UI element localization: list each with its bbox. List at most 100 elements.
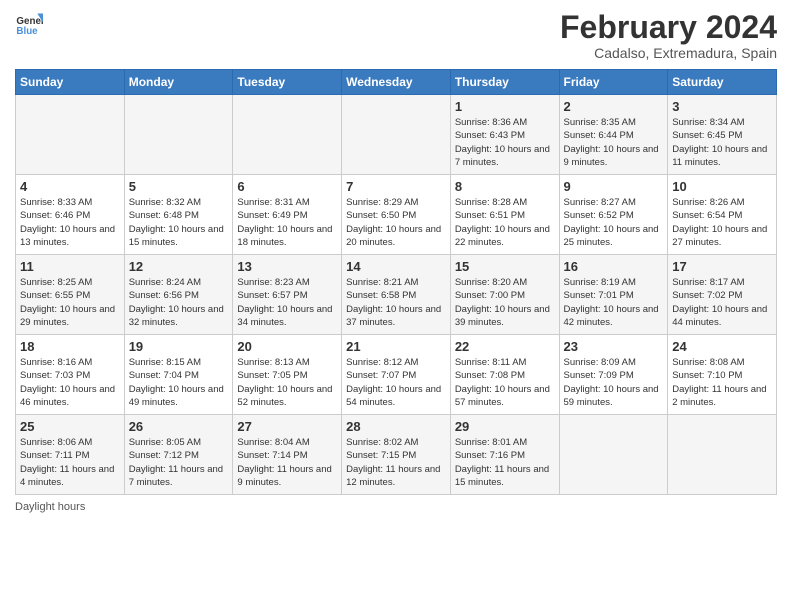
calendar-cell: 21 Sunrise: 8:12 AM Sunset: 7:07 PM Dayli… (342, 335, 451, 415)
calendar-week-row: 25 Sunrise: 8:06 AM Sunset: 7:11 PM Dayli… (16, 415, 777, 495)
col-header-wednesday: Wednesday (342, 70, 451, 95)
day-info: Sunrise: 8:32 AM Sunset: 6:48 PM Dayligh… (129, 196, 229, 249)
page-header: General Blue February 2024 Cadalso, Extr… (15, 10, 777, 61)
day-number: 19 (129, 339, 229, 354)
location-subtitle: Cadalso, Extremadura, Spain (560, 45, 777, 61)
calendar-week-row: 11 Sunrise: 8:25 AM Sunset: 6:55 PM Dayli… (16, 255, 777, 335)
calendar-cell: 24Sunrise: 8:08 AM Sunset: 7:10 PM Dayli… (668, 335, 777, 415)
calendar-cell: 17 Sunrise: 8:17 AM Sunset: 7:02 PM Dayli… (668, 255, 777, 335)
day-number: 15 (455, 259, 555, 274)
calendar-cell: 6 Sunrise: 8:31 AM Sunset: 6:49 PM Daylig… (233, 175, 342, 255)
day-number: 14 (346, 259, 446, 274)
calendar-header-row: SundayMondayTuesdayWednesdayThursdayFrid… (16, 70, 777, 95)
calendar-cell: 3 Sunrise: 8:34 AM Sunset: 6:45 PM Daylig… (668, 95, 777, 175)
day-info: Sunrise: 8:19 AM Sunset: 7:01 PM Dayligh… (564, 276, 664, 329)
calendar-cell: 2 Sunrise: 8:35 AM Sunset: 6:44 PM Daylig… (559, 95, 668, 175)
calendar-cell: 4 Sunrise: 8:33 AM Sunset: 6:46 PM Daylig… (16, 175, 125, 255)
calendar-week-row: 18 Sunrise: 8:16 AM Sunset: 7:03 PM Dayli… (16, 335, 777, 415)
day-number: 29 (455, 419, 555, 434)
calendar-cell (124, 95, 233, 175)
day-info: Sunrise: 8:27 AM Sunset: 6:52 PM Dayligh… (564, 196, 664, 249)
day-number: 18 (20, 339, 120, 354)
day-info: Sunrise: 8:23 AM Sunset: 6:57 PM Dayligh… (237, 276, 337, 329)
day-number: 1 (455, 99, 555, 114)
footer: Daylight hours (15, 501, 777, 513)
page-container: General Blue February 2024 Cadalso, Extr… (0, 0, 792, 523)
day-info: Sunrise: 8:06 AM Sunset: 7:11 PM Dayligh… (20, 436, 120, 489)
day-number: 17 (672, 259, 772, 274)
day-info: Sunrise: 8:36 AM Sunset: 6:43 PM Dayligh… (455, 116, 555, 169)
calendar-cell: 11 Sunrise: 8:25 AM Sunset: 6:55 PM Dayli… (16, 255, 125, 335)
day-number: 25 (20, 419, 120, 434)
calendar-cell: 14 Sunrise: 8:21 AM Sunset: 6:58 PM Dayli… (342, 255, 451, 335)
calendar-cell: 29 Sunrise: 8:01 AM Sunset: 7:16 PM Dayli… (450, 415, 559, 495)
svg-text:Blue: Blue (16, 26, 38, 37)
calendar-cell (668, 415, 777, 495)
col-header-thursday: Thursday (450, 70, 559, 95)
calendar-week-row: 1 Sunrise: 8:36 AM Sunset: 6:43 PM Daylig… (16, 95, 777, 175)
day-info: Sunrise: 8:01 AM Sunset: 7:16 PM Dayligh… (455, 436, 555, 489)
daylight-label: Daylight hours (15, 501, 85, 513)
day-number: 20 (237, 339, 337, 354)
calendar-cell: 27 Sunrise: 8:04 AM Sunset: 7:14 PM Dayli… (233, 415, 342, 495)
col-header-friday: Friday (559, 70, 668, 95)
calendar-cell: 10 Sunrise: 8:26 AM Sunset: 6:54 PM Dayli… (668, 175, 777, 255)
day-number: 7 (346, 179, 446, 194)
title-block: February 2024 Cadalso, Extremadura, Spai… (560, 10, 777, 61)
day-info: Sunrise: 8:16 AM Sunset: 7:03 PM Dayligh… (20, 356, 120, 409)
day-number: 28 (346, 419, 446, 434)
logo-icon: General Blue (15, 10, 43, 38)
calendar-cell: 5 Sunrise: 8:32 AM Sunset: 6:48 PM Daylig… (124, 175, 233, 255)
calendar-cell: 12Sunrise: 8:24 AM Sunset: 6:56 PM Dayli… (124, 255, 233, 335)
day-info: Sunrise: 8:29 AM Sunset: 6:50 PM Dayligh… (346, 196, 446, 249)
day-info: Sunrise: 8:31 AM Sunset: 6:49 PM Dayligh… (237, 196, 337, 249)
col-header-tuesday: Tuesday (233, 70, 342, 95)
calendar-cell: 18 Sunrise: 8:16 AM Sunset: 7:03 PM Dayli… (16, 335, 125, 415)
month-title: February 2024 (560, 10, 777, 45)
col-header-monday: Monday (124, 70, 233, 95)
day-info: Sunrise: 8:05 AM Sunset: 7:12 PM Dayligh… (129, 436, 229, 489)
logo: General Blue (15, 10, 43, 38)
day-number: 5 (129, 179, 229, 194)
day-number: 10 (672, 179, 772, 194)
day-number: 13 (237, 259, 337, 274)
day-number: 11 (20, 259, 120, 274)
day-info: Sunrise: 8:25 AM Sunset: 6:55 PM Dayligh… (20, 276, 120, 329)
day-number: 21 (346, 339, 446, 354)
calendar-cell (342, 95, 451, 175)
day-info: Sunrise: 8:26 AM Sunset: 6:54 PM Dayligh… (672, 196, 772, 249)
calendar-table: SundayMondayTuesdayWednesdayThursdayFrid… (15, 69, 777, 495)
day-info: Sunrise: 8:12 AM Sunset: 7:07 PM Dayligh… (346, 356, 446, 409)
day-number: 22 (455, 339, 555, 354)
day-number: 3 (672, 99, 772, 114)
calendar-week-row: 4 Sunrise: 8:33 AM Sunset: 6:46 PM Daylig… (16, 175, 777, 255)
day-number: 9 (564, 179, 664, 194)
calendar-cell: 28Sunrise: 8:02 AM Sunset: 7:15 PM Dayli… (342, 415, 451, 495)
calendar-cell: 15 Sunrise: 8:20 AM Sunset: 7:00 PM Dayli… (450, 255, 559, 335)
day-number: 26 (129, 419, 229, 434)
calendar-cell (16, 95, 125, 175)
calendar-cell: 22Sunrise: 8:11 AM Sunset: 7:08 PM Dayli… (450, 335, 559, 415)
day-number: 4 (20, 179, 120, 194)
day-info: Sunrise: 8:04 AM Sunset: 7:14 PM Dayligh… (237, 436, 337, 489)
calendar-cell: 19Sunrise: 8:15 AM Sunset: 7:04 PM Dayli… (124, 335, 233, 415)
day-info: Sunrise: 8:28 AM Sunset: 6:51 PM Dayligh… (455, 196, 555, 249)
day-number: 27 (237, 419, 337, 434)
calendar-cell: 20Sunrise: 8:13 AM Sunset: 7:05 PM Dayli… (233, 335, 342, 415)
day-info: Sunrise: 8:17 AM Sunset: 7:02 PM Dayligh… (672, 276, 772, 329)
day-number: 23 (564, 339, 664, 354)
calendar-cell: 1 Sunrise: 8:36 AM Sunset: 6:43 PM Daylig… (450, 95, 559, 175)
calendar-cell: 13 Sunrise: 8:23 AM Sunset: 6:57 PM Dayli… (233, 255, 342, 335)
day-number: 6 (237, 179, 337, 194)
day-info: Sunrise: 8:21 AM Sunset: 6:58 PM Dayligh… (346, 276, 446, 329)
day-info: Sunrise: 8:33 AM Sunset: 6:46 PM Dayligh… (20, 196, 120, 249)
day-number: 2 (564, 99, 664, 114)
calendar-cell: 8Sunrise: 8:28 AM Sunset: 6:51 PM Daylig… (450, 175, 559, 255)
day-info: Sunrise: 8:35 AM Sunset: 6:44 PM Dayligh… (564, 116, 664, 169)
day-info: Sunrise: 8:24 AM Sunset: 6:56 PM Dayligh… (129, 276, 229, 329)
calendar-cell: 23Sunrise: 8:09 AM Sunset: 7:09 PM Dayli… (559, 335, 668, 415)
col-header-saturday: Saturday (668, 70, 777, 95)
day-info: Sunrise: 8:20 AM Sunset: 7:00 PM Dayligh… (455, 276, 555, 329)
day-info: Sunrise: 8:34 AM Sunset: 6:45 PM Dayligh… (672, 116, 772, 169)
calendar-cell (559, 415, 668, 495)
